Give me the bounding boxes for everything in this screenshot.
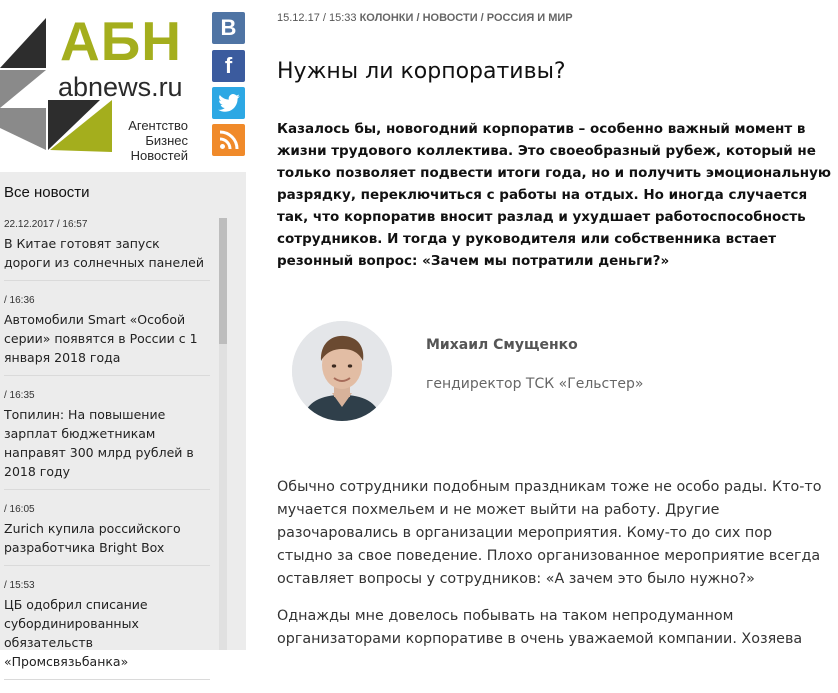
author-position: гендиректор ТСК «Гельстер» <box>426 376 644 392</box>
vk-icon[interactable]: В <box>212 12 245 44</box>
news-list: 22.12.2017 / 16:57 В Китае готовят запус… <box>4 218 210 693</box>
avatar <box>292 321 392 421</box>
list-item[interactable]: / 15:53 ЦБ одобрил списание субординиров… <box>4 579 210 680</box>
article-meta: 15.12.17 / 15:33 КОЛОНКИ / НОВОСТИ / РОС… <box>277 12 573 24</box>
article-categories[interactable]: КОЛОНКИ / НОВОСТИ / РОССИЯ И МИР <box>360 12 573 24</box>
list-item[interactable]: / 16:35 Топилин: На повышение зарплат бю… <box>4 389 210 490</box>
list-item[interactable]: / 16:36 Автомобили Smart «Особой серии» … <box>4 294 210 376</box>
logo-site: abnews.ru <box>58 72 183 102</box>
news-time: / 16:05 <box>4 504 35 515</box>
news-title-link[interactable]: В Китае готовят запуск дороги из солнечн… <box>4 234 210 272</box>
news-time: / 15:53 <box>4 580 35 591</box>
author-name: Михаил Смущенко <box>426 337 578 353</box>
news-time: / 16:35 <box>4 390 35 401</box>
article-lead: Казалось бы, новогодний корпоратив – осо… <box>277 121 831 269</box>
list-item[interactable]: / 16:05 Zurich купила российского разраб… <box>4 503 210 566</box>
logo-letters: АБН <box>60 10 182 72</box>
rss-icon[interactable] <box>212 124 245 156</box>
site-logo[interactable]: АБН abnews.ru Агентство Бизнес Новостей <box>0 8 200 163</box>
news-title-link[interactable]: ЦБ одобрил списание субординированных об… <box>4 595 210 671</box>
news-time: 22.12.2017 / 16:57 <box>4 219 88 230</box>
news-title-link[interactable]: Zurich купила российского разработчика B… <box>4 519 210 557</box>
logo-tagline-line: Новостей <box>130 148 188 163</box>
facebook-icon[interactable]: f <box>212 50 245 82</box>
article-paragraph: Однажды мне довелось побывать на таком н… <box>277 608 803 647</box>
news-title-link[interactable]: Топилин: На повышение зарплат бюджетника… <box>4 405 210 481</box>
article-paragraph: Обычно сотрудники подобным праздникам то… <box>277 479 822 587</box>
news-heading[interactable]: Все новости <box>4 184 90 201</box>
scrollbar-thumb[interactable] <box>219 218 227 344</box>
logo-tagline-line: Бизнес <box>145 133 188 148</box>
logo-tagline-line: Агентство <box>128 118 188 133</box>
twitter-icon[interactable] <box>212 87 245 119</box>
news-sidebar: Все новости 22.12.2017 / 16:57 В Китае г… <box>0 172 246 680</box>
news-title-link[interactable]: Автомобили Smart «Особой серии» появятся… <box>4 310 210 367</box>
article-datetime: 15.12.17 / 15:33 <box>277 12 357 24</box>
logo-tagline: Агентство Бизнес Новостей <box>78 118 188 163</box>
news-time: / 16:36 <box>4 295 35 306</box>
list-item[interactable]: 22.12.2017 / 16:57 В Китае готовят запус… <box>4 218 210 281</box>
page-title: Нужны ли корпоративы? <box>277 58 566 84</box>
